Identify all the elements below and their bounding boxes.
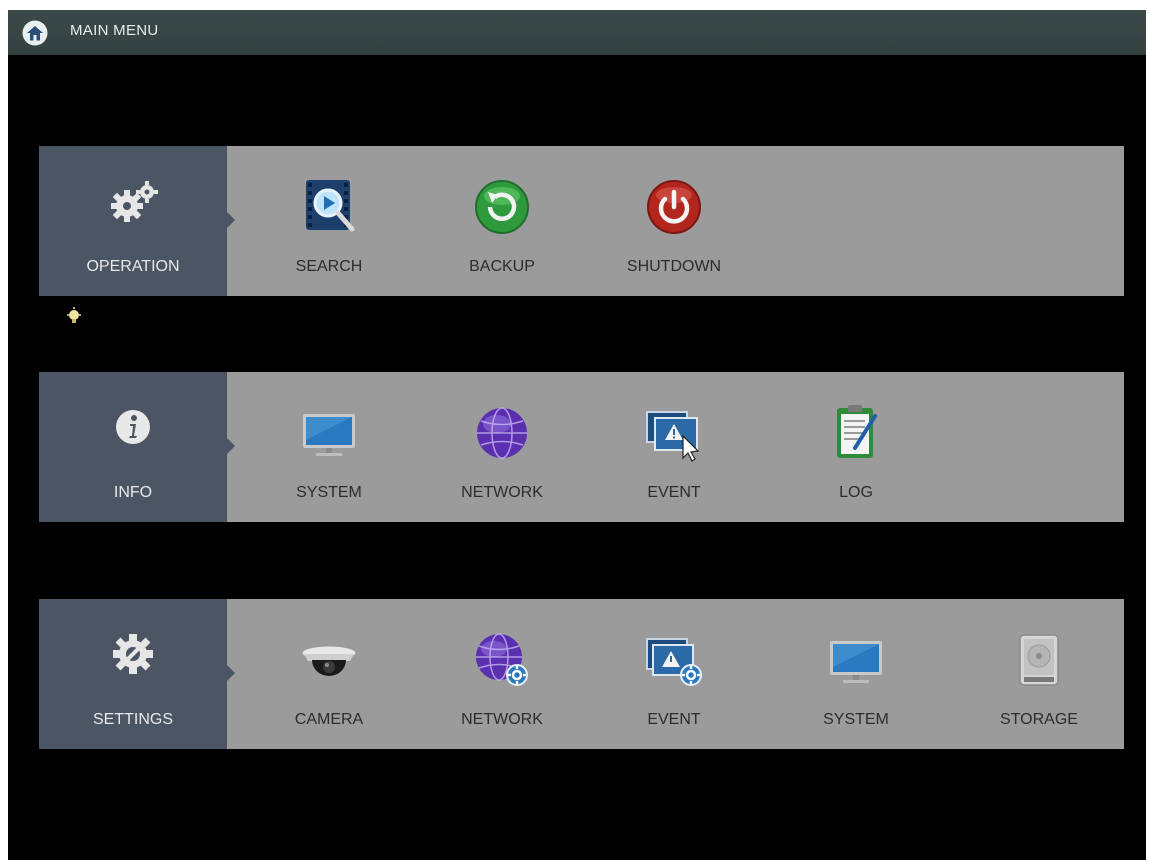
menu-item-storage-label: STORAGE <box>1000 711 1078 728</box>
menu-item-settings-event-label: EVENT <box>647 711 701 728</box>
menu-item-shutdown[interactable]: SHUTDOWN <box>609 146 739 296</box>
power-icon <box>647 180 701 234</box>
menu-item-info-network[interactable]: NETWORK <box>437 372 567 522</box>
monitor-icon <box>830 641 882 683</box>
category-settings-label: SETTINGS <box>92 711 173 728</box>
menu-item-settings-system-label: SYSTEM <box>823 711 889 728</box>
category-info-label: INFO <box>113 484 153 501</box>
monitor-icon <box>303 414 355 456</box>
settings-gear-wrench-icon <box>113 634 153 674</box>
menu-item-shutdown-label: SHUTDOWN <box>626 258 722 275</box>
menu-item-search-label: SEARCH <box>295 258 363 275</box>
category-operation: OPERATION <box>39 146 227 296</box>
category-pointer <box>227 665 235 681</box>
globe-icon <box>477 407 527 459</box>
gears-icon <box>111 181 158 222</box>
menu-item-camera-label: CAMERA <box>294 711 364 728</box>
home-icon[interactable] <box>22 20 48 46</box>
category-settings: SETTINGS <box>39 599 227 749</box>
title-bar: MAIN MENU <box>8 10 1146 55</box>
page-title: MAIN MENU <box>70 22 159 39</box>
category-pointer <box>227 438 235 454</box>
menu-item-storage[interactable]: STORAGE <box>974 599 1104 749</box>
menu-item-settings-event[interactable]: EVENT <box>609 599 739 749</box>
hard-drive-icon <box>1019 634 1059 686</box>
menu-item-log[interactable]: LOG <box>791 372 921 522</box>
search-video-icon <box>306 180 355 232</box>
backup-icon <box>475 180 529 234</box>
dvr-screen: MAIN MENU OPERATION SEARCH BACKUP SHUTDO… <box>8 10 1146 860</box>
menu-item-info-system[interactable]: SYSTEM <box>264 372 394 522</box>
settings-panel: SETTINGS CAMERA NETWORK EVENT SYSTEM STO… <box>39 599 1124 749</box>
menu-item-settings-network-label: NETWORK <box>461 711 543 728</box>
menu-item-search[interactable]: SEARCH <box>264 146 394 296</box>
dome-camera-icon <box>301 645 357 676</box>
menu-item-camera[interactable]: CAMERA <box>264 599 394 749</box>
globe-gear-icon <box>476 633 528 686</box>
clipboard-log-icon <box>837 405 877 458</box>
category-operation-label: OPERATION <box>86 258 180 275</box>
menu-item-info-system-label: SYSTEM <box>296 484 362 501</box>
menu-item-info-network-label: NETWORK <box>461 484 543 501</box>
info-icon <box>116 410 150 444</box>
category-info: INFO <box>39 372 227 522</box>
info-panel: INFO SYSTEM NETWORK EVENT LOG <box>39 372 1124 522</box>
menu-item-backup[interactable]: BACKUP <box>437 146 567 296</box>
menu-item-log-label: LOG <box>839 484 873 501</box>
event-alert-icon <box>646 411 700 462</box>
menu-item-info-event-label: EVENT <box>647 484 701 501</box>
category-pointer <box>227 212 235 228</box>
event-gear-icon <box>646 638 702 686</box>
operation-panel: OPERATION SEARCH BACKUP SHUTDOWN <box>39 146 1124 296</box>
menu-item-settings-network[interactable]: NETWORK <box>437 599 567 749</box>
menu-item-backup-label: BACKUP <box>469 258 535 275</box>
menu-item-info-event[interactable]: EVENT <box>609 372 739 522</box>
lightbulb-icon <box>67 307 81 323</box>
menu-item-settings-system[interactable]: SYSTEM <box>791 599 921 749</box>
